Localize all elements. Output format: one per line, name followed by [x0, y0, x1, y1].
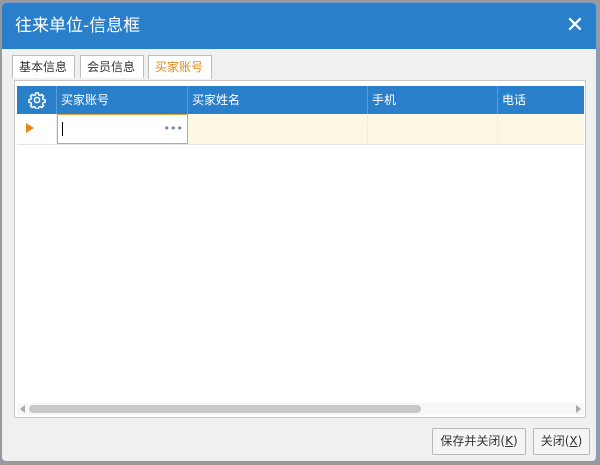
column-header-buyer-account[interactable]: 买家账号 — [57, 86, 188, 114]
scroll-left-icon[interactable] — [20, 405, 25, 413]
grid-header: 买家账号 买家姓名 手机 电话 — [17, 86, 584, 114]
row-indicator — [17, 114, 57, 144]
scroll-right-icon[interactable] — [576, 405, 581, 413]
save-close-shortcut: K — [505, 434, 513, 448]
save-and-close-button[interactable]: 保存并关闭(K) — [432, 428, 526, 455]
picker-ellipsis-icon[interactable]: ••• — [164, 122, 183, 136]
column-header-mobile[interactable]: 手机 — [368, 86, 498, 114]
dialog-title: 往来单位-信息框 — [15, 16, 141, 36]
close-label-suffix: ) — [577, 434, 583, 448]
current-row-arrow-icon — [26, 123, 34, 133]
save-close-label-prefix: 保存并关闭( — [440, 434, 506, 448]
grid-panel: 买家账号 买家姓名 手机 电话 ••• — [14, 80, 586, 418]
cell-buyer-name[interactable] — [188, 114, 368, 144]
tab-member-info[interactable]: 会员信息 — [80, 55, 144, 78]
cell-phone[interactable] — [498, 114, 584, 144]
text-caret — [62, 122, 63, 136]
column-header-phone[interactable]: 电话 — [498, 86, 584, 114]
grid-settings-button[interactable] — [17, 86, 57, 114]
save-close-label-suffix: ) — [512, 434, 518, 448]
scrollbar-thumb[interactable] — [29, 405, 421, 413]
dialog-titlebar[interactable]: 往来单位-信息框 ✕ — [2, 3, 596, 49]
close-icon[interactable]: ✕ — [564, 15, 586, 37]
cell-mobile[interactable] — [368, 114, 498, 144]
buyer-account-input[interactable]: ••• — [57, 114, 188, 144]
close-shortcut: X — [569, 434, 578, 448]
horizontal-scrollbar[interactable] — [17, 403, 584, 415]
info-dialog: 往来单位-信息框 ✕ 基本信息 会员信息 买家账号 买家账号 买家姓名 手机 电… — [1, 2, 597, 462]
tab-basic-info[interactable]: 基本信息 — [12, 55, 75, 78]
table-row[interactable]: ••• — [17, 114, 584, 145]
gear-icon — [27, 92, 46, 109]
close-label-prefix: 关闭( — [540, 434, 570, 448]
column-header-buyer-name[interactable]: 买家姓名 — [188, 86, 368, 114]
close-button[interactable]: 关闭(X) — [533, 428, 590, 455]
tab-buyer-account[interactable]: 买家账号 — [148, 55, 212, 79]
